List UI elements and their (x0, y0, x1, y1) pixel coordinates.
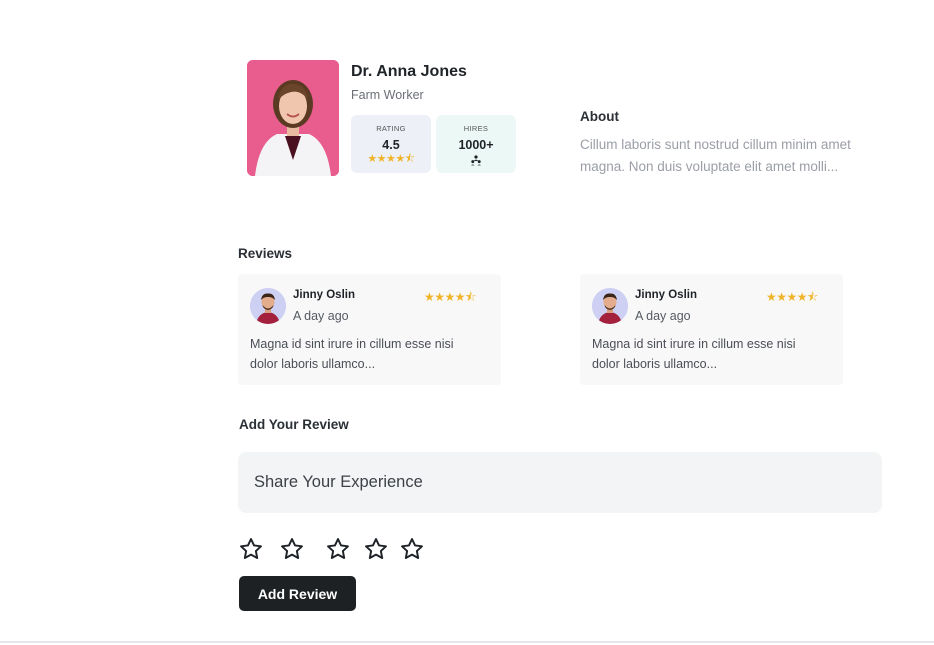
review-card: Jinny Oslin A day ago ★★★★⯪ Magna id sin… (580, 274, 843, 385)
doctor-photo (247, 60, 339, 176)
about-text: Cillum laboris sunt nostrud cillum minim… (580, 137, 851, 174)
rate-star-4-icon[interactable] (363, 536, 389, 562)
review-input[interactable] (238, 452, 882, 513)
review-text: Magna id sint irure in cillum esse nisi … (592, 337, 796, 371)
hires-card: HIRES 1000+ (436, 115, 516, 173)
rating-label: RATING (376, 124, 406, 133)
review-stars-icon: ★★★★⯪ (766, 290, 818, 304)
review-time: A day ago (293, 309, 349, 323)
reviewer-avatar (250, 288, 286, 324)
reviews-heading: Reviews (238, 246, 293, 261)
reviewer-name: Jinny Oslin (293, 289, 355, 301)
add-review-button[interactable]: Add Review (239, 576, 356, 611)
hires-label: HIRES (463, 124, 489, 133)
review-stars-icon: ★★★★⯪ (424, 290, 476, 304)
about-heading: About (580, 109, 619, 124)
reviewer-name: Jinny Oslin (635, 289, 697, 301)
rate-star-2-icon[interactable] (279, 536, 305, 562)
doctor-role: Farm Worker (351, 88, 424, 102)
rate-star-1-icon[interactable] (238, 536, 264, 562)
rate-star-3-icon[interactable] (325, 536, 351, 562)
people-group-icon (436, 153, 516, 171)
rating-card: RATING 4.5 ★★★★⯪ (351, 115, 431, 173)
reviewer-avatar (592, 288, 628, 324)
rate-star-5-icon[interactable] (399, 536, 425, 562)
review-card: Jinny Oslin A day ago ★★★★⯪ Magna id sin… (238, 274, 501, 385)
hires-value: 1000+ (458, 138, 494, 152)
rating-stars-icon: ★★★★⯪ (367, 153, 415, 165)
bottom-divider (0, 641, 934, 643)
doctor-name: Dr. Anna Jones (351, 63, 467, 80)
review-text: Magna id sint irure in cillum esse nisi … (250, 337, 454, 371)
rating-value: 4.5 (382, 138, 400, 152)
review-time: A day ago (635, 309, 691, 323)
add-review-heading: Add Your Review (239, 417, 349, 432)
